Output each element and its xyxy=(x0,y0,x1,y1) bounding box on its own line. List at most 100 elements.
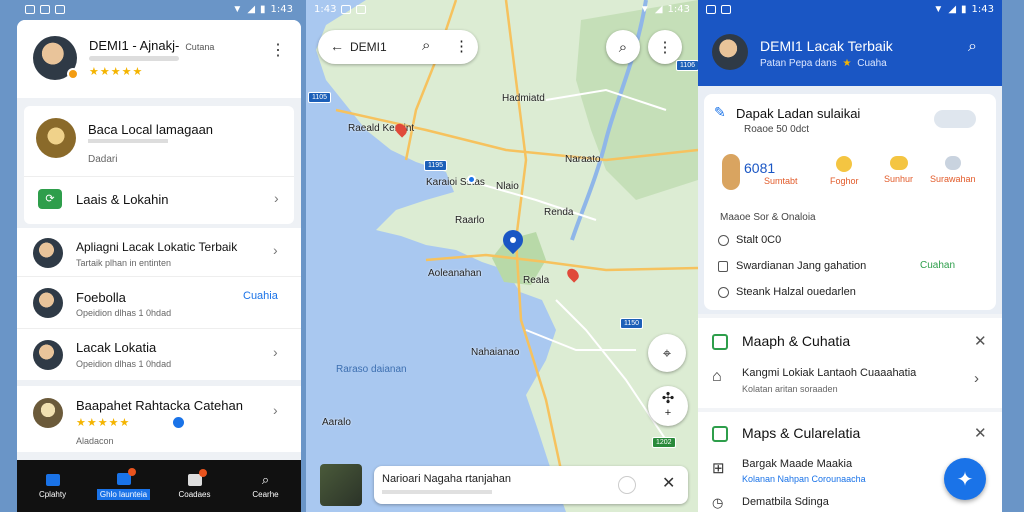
place-label: Raarlo xyxy=(455,215,485,226)
option-row[interactable]: Swardianan Jang gahation Cuahan xyxy=(718,258,988,278)
checkbox-icon xyxy=(718,261,728,272)
section-item[interactable]: ⌂ Kangmi Lokiak Lantaoh Cuaaahatia Kolat… xyxy=(698,362,1002,406)
people-icon xyxy=(187,468,207,486)
notification-icon xyxy=(40,4,50,14)
list-item-sub: Opeidion dlhas 1 0hdad xyxy=(76,308,172,318)
radio-icon xyxy=(718,287,729,298)
place-info-text: Narioari Nagaha rtanjahan xyxy=(382,473,512,485)
clock: 1:43 xyxy=(314,3,337,15)
right-subtitle-link[interactable]: Cuaha xyxy=(857,58,886,69)
nav-label: Coadaes xyxy=(178,489,211,499)
section-item-title: Bargak Maade Maakia xyxy=(742,458,853,470)
option-action[interactable]: Cuahan xyxy=(920,260,955,271)
profile-rating: ★★★★★ xyxy=(89,66,144,78)
weather-label: Surawahan xyxy=(930,174,976,184)
nav-label: Cearhe xyxy=(252,489,279,499)
place-thumbnail[interactable] xyxy=(320,464,362,506)
locations-row[interactable]: ⟳ Laais & Lokahin › xyxy=(24,176,294,222)
weather-item: Sumtabt xyxy=(764,176,798,186)
poi-icon[interactable] xyxy=(467,175,476,184)
map-icon xyxy=(712,334,728,350)
list-item-title: Apliagni Lacak Lokatic Terbaik xyxy=(76,240,238,254)
nav-home[interactable]: Cplahty xyxy=(23,473,83,499)
layers-icon[interactable]: ⋮ xyxy=(648,30,682,64)
app-icon xyxy=(55,4,65,14)
place-info-card[interactable]: Narioari Nagaha rtanjahan ✕ xyxy=(374,466,688,504)
zoom-control[interactable]: ✣ + xyxy=(648,386,688,426)
more-menu-icon[interactable]: ⋮ xyxy=(270,40,286,60)
water-label: Raraso daianan xyxy=(336,364,407,375)
chevron-right-icon: › xyxy=(273,242,278,258)
nav-search[interactable]: ⌕ Cearhe xyxy=(236,473,296,499)
zoom-in-icon: + xyxy=(664,407,672,419)
place-info-line xyxy=(382,490,492,494)
notification-badge xyxy=(127,467,136,476)
list-item[interactable]: Lacak Lokatia Opeidion dlhas 1 0hdad › xyxy=(17,330,301,380)
avatar[interactable] xyxy=(712,34,748,70)
location-icon: ⟳ xyxy=(38,189,62,209)
section-title: Maaph & Cuhatia xyxy=(742,333,851,349)
map-view[interactable]: ← DEMI1 ⌕ ⋮ ⌕ ⋮ 1105 1195 1106 1150 1202… xyxy=(306,0,698,512)
share-icon[interactable] xyxy=(618,476,636,494)
map-search-bar[interactable]: ← DEMI1 ⌕ ⋮ xyxy=(318,30,478,64)
list-item[interactable]: Foebolla Opeidion dlhas 1 0hdad Cuahia xyxy=(17,278,301,328)
list-item[interactable]: Apliagni Lacak Lokatic Terbaik Tartaik p… xyxy=(17,228,301,276)
profile-subtitle: Cutana xyxy=(185,42,215,52)
search-icon[interactable]: ⌕ xyxy=(606,30,640,64)
app-list: Apliagni Lacak Lokatic Terbaik Tartaik p… xyxy=(17,228,301,380)
back-arrow-icon[interactable]: ← xyxy=(330,38,344,54)
map-search-text: DEMI1 xyxy=(350,40,387,54)
grid-icon xyxy=(116,467,136,485)
close-icon[interactable]: ✕ xyxy=(662,473,675,493)
add-fab[interactable]: ✦ xyxy=(944,458,986,500)
nav-label: Ghlo launteia xyxy=(96,488,151,500)
profile-header: DEMI1 - Ajnakj- Cutana ★★★★★ ⋮ xyxy=(17,20,301,98)
map-canvas xyxy=(316,0,698,512)
screenshot-icon xyxy=(25,4,35,14)
app-panel-right: DEMI1 Lacak Terbaik Patan Pepa dans ★ Cu… xyxy=(698,0,1002,512)
nav-launch[interactable]: Ghlo launteia xyxy=(94,467,154,500)
place-avatar xyxy=(36,118,76,158)
section-item[interactable]: ◷ Dematbila Sdinga xyxy=(698,492,928,512)
place-label: Aaralo xyxy=(322,417,351,428)
search-icon[interactable]: ⌕ xyxy=(422,37,430,54)
weather-item: Foghor xyxy=(830,156,859,186)
app-panel-left: DEMI1 - Ajnakj- Cutana ★★★★★ ⋮ Baca Loca… xyxy=(17,20,301,512)
option-row[interactable]: Steank Halzal ouedarlen xyxy=(718,284,988,304)
option-row[interactable]: Stalt 0C0 xyxy=(718,232,988,252)
notification-icon xyxy=(706,4,716,14)
place-label: Karaioi Sstas xyxy=(426,177,485,188)
battery-icon: ▮ xyxy=(961,3,967,15)
status-badge xyxy=(67,68,79,80)
clock: 1:43 xyxy=(971,3,994,15)
my-location-icon[interactable]: ⌖ xyxy=(648,334,686,372)
follow-button[interactable]: Cuahia xyxy=(243,290,278,302)
app-icon xyxy=(721,4,731,14)
list-item[interactable]: Baapahet Rahtacka Catehan ★★★★★ Aladacon… xyxy=(17,386,301,452)
road-number: 1150 xyxy=(620,318,644,329)
list-item-sub: Tartaik plhan in entinten xyxy=(76,258,172,268)
list-item-title: Lacak Lokatia xyxy=(76,340,157,355)
section-item[interactable]: ⊞ Bargak Maade Maakia Kolanan Nahpan Cor… xyxy=(698,454,928,488)
battery-icon: ▮ xyxy=(260,3,266,15)
home-icon: ⌂ xyxy=(712,368,722,385)
nav-label: Cplahty xyxy=(38,489,67,499)
radio-icon xyxy=(718,235,729,246)
close-icon[interactable]: ✕ xyxy=(974,424,987,442)
sun-icon xyxy=(836,156,853,172)
local-card-sub: Dadari xyxy=(88,154,118,165)
divider xyxy=(17,276,301,277)
search-icon[interactable]: ⌕ xyxy=(968,38,977,56)
weather-area: ✎ Dapak Ladan sulaikai Roaoe 50 0dct 608… xyxy=(698,86,1002,314)
road-number: 1195 xyxy=(424,160,448,171)
section-item-sub: Kolatan aritan soraaden xyxy=(742,384,838,394)
option-label: Swardianan Jang gahation xyxy=(736,260,867,272)
section-maps-cuhatia: Maaph & Cuhatia ✕ ⌂ Kangmi Lokiak Lantao… xyxy=(698,318,1002,408)
place-label: Hadmiatd xyxy=(502,93,545,104)
nav-codes[interactable]: Coadaes xyxy=(165,468,225,499)
wifi-icon: ▼ xyxy=(639,3,650,15)
weather-label: Sunhur xyxy=(884,174,914,184)
more-options-icon[interactable]: ⋮ xyxy=(454,37,469,55)
option-label: Steank Halzal ouedarlen xyxy=(736,286,856,298)
close-icon[interactable]: ✕ xyxy=(974,332,987,350)
